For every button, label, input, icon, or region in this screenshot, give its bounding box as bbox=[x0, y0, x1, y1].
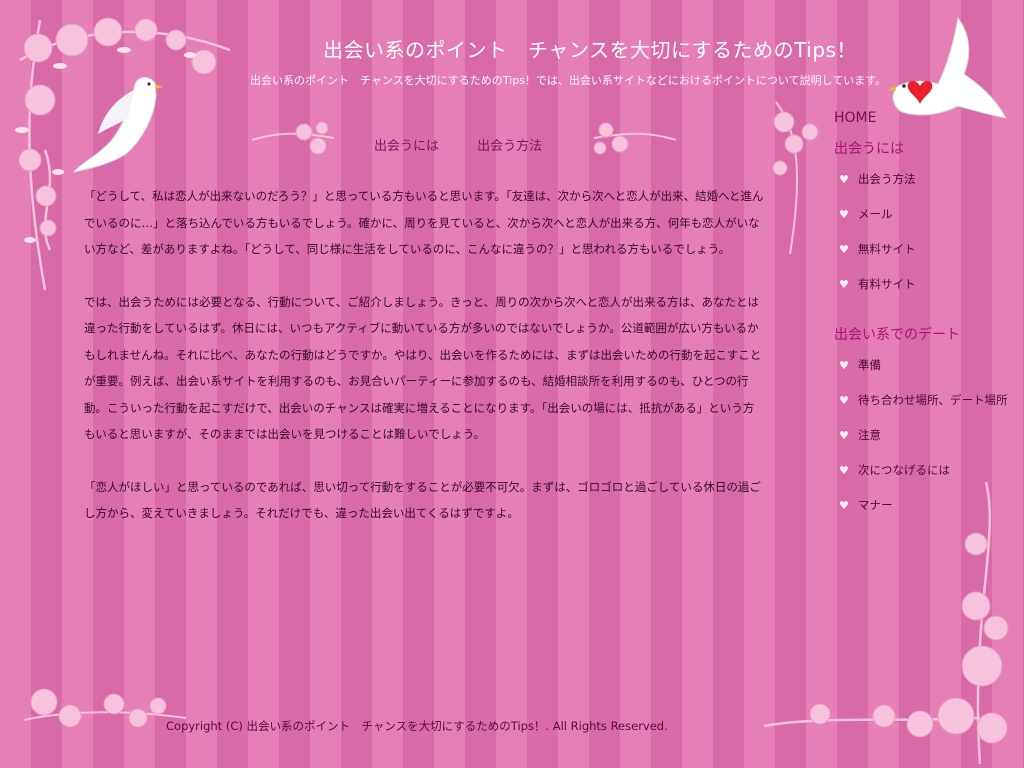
sidebar-item-deau-houhou[interactable]: ♥ 出会う方法 bbox=[834, 172, 1024, 207]
content-paragraph-2: では、出会うためには必要となる、行動について、ご紹介しましょう。きっと、周りの次… bbox=[84, 294, 762, 442]
sidebar-item-meeting-place[interactable]: ♥ 待ち合わせ場所、デート場所 bbox=[834, 393, 1024, 428]
site-description: 出会い系のポイント チャンスを大切にするためのTips！では、出会い系サイトなど… bbox=[250, 74, 887, 87]
sidebar-item-paid-site[interactable]: ♥ 有料サイト bbox=[834, 277, 1024, 312]
sidebar-item-label: メール bbox=[858, 207, 893, 221]
breadcrumb-current-deau-houhou[interactable]: 出会う方法 bbox=[477, 139, 542, 154]
sidebar-list-deau: ♥ 出会う方法 ♥ メール ♥ 無料サイト ♥ 有料サイト bbox=[834, 172, 1024, 312]
sidebar-item-caution[interactable]: ♥ 注意 bbox=[834, 428, 1024, 463]
heart-icon: ♥ bbox=[839, 394, 849, 407]
sidebar-item-label: 準備 bbox=[858, 358, 881, 372]
sidebar-item-label: 次につなげるには bbox=[858, 463, 950, 477]
dove-left-illustration bbox=[72, 76, 163, 173]
sidebar-item-preparation[interactable]: ♥ 準備 bbox=[834, 358, 1024, 393]
main-content: 「どうして、私は恋人が出来ないのだろう？」と思っている方もいると思います。「友達… bbox=[84, 183, 764, 553]
content-paragraph-1: 「どうして、私は恋人が出来ないのだろう？」と思っている方もいると思います。「友達… bbox=[84, 189, 764, 256]
sidebar-item-label: 有料サイト bbox=[858, 277, 916, 291]
rose-vine-sidebar-decoration bbox=[772, 101, 819, 255]
sidebar-item-mail[interactable]: ♥ メール bbox=[834, 207, 1024, 242]
rose-sprig-decoration-right bbox=[593, 122, 677, 155]
sidebar-item-next-date[interactable]: ♥ 次につなげるには bbox=[834, 463, 1024, 498]
sidebar-home-link[interactable]: HOME bbox=[834, 110, 1024, 126]
sidebar-item-label: マナー bbox=[858, 498, 893, 512]
rose-cluster-bottom-left-decoration bbox=[23, 688, 187, 728]
sidebar-item-label: 注意 bbox=[858, 428, 881, 442]
heart-icon: ♥ bbox=[839, 278, 849, 291]
sidebar-item-label: 出会う方法 bbox=[858, 172, 916, 186]
sidebar-list-date: ♥ 準備 ♥ 待ち合わせ場所、デート場所 ♥ 注意 ♥ 次につなげるには ♥ マナー bbox=[834, 358, 1024, 533]
breadcrumb: 出会うには 出会う方法 bbox=[374, 135, 542, 154]
footer-copyright: Copyright (C) 出会い系のポイント チャンスを大切にするためのTip… bbox=[166, 719, 668, 733]
heart-icon: ♥ bbox=[839, 359, 849, 372]
heart-icon: ♥ bbox=[839, 208, 849, 221]
heart-icon: ♥ bbox=[839, 243, 849, 256]
sidebar-item-free-site[interactable]: ♥ 無料サイト bbox=[834, 242, 1024, 277]
sidebar-section-heading-deau[interactable]: 出会うには bbox=[834, 138, 1024, 158]
rose-sprig-decoration-left bbox=[251, 121, 335, 155]
breadcrumb-link-deau-ni-wa[interactable]: 出会うには bbox=[374, 139, 439, 154]
sidebar-nav: HOME 出会うには ♥ 出会う方法 ♥ メール ♥ 無料サイト ♥ 有料サイト 出会い… bbox=[834, 110, 1024, 545]
sidebar-section-heading-date[interactable]: 出会い系でのデート bbox=[834, 324, 1024, 344]
sidebar-item-label: 待ち合わせ場所、デート場所 bbox=[858, 393, 1008, 407]
heart-icon: ♥ bbox=[839, 464, 849, 477]
heart-icon: ♥ bbox=[839, 173, 849, 186]
content-paragraph-3: 「恋人がほしい」と思っているのであれば、思い切って行動をすることが必要不可欠。ま… bbox=[84, 479, 761, 521]
heart-icon: ♥ bbox=[839, 499, 849, 512]
heart-icon: ♥ bbox=[839, 429, 849, 442]
sidebar-item-label: 無料サイト bbox=[858, 242, 916, 256]
site-title[interactable]: 出会い系のポイント チャンスを大切にするためのTips！ bbox=[0, 34, 1024, 63]
sidebar-item-manners[interactable]: ♥ マナー bbox=[834, 498, 1024, 533]
heart-icon bbox=[907, 80, 933, 104]
